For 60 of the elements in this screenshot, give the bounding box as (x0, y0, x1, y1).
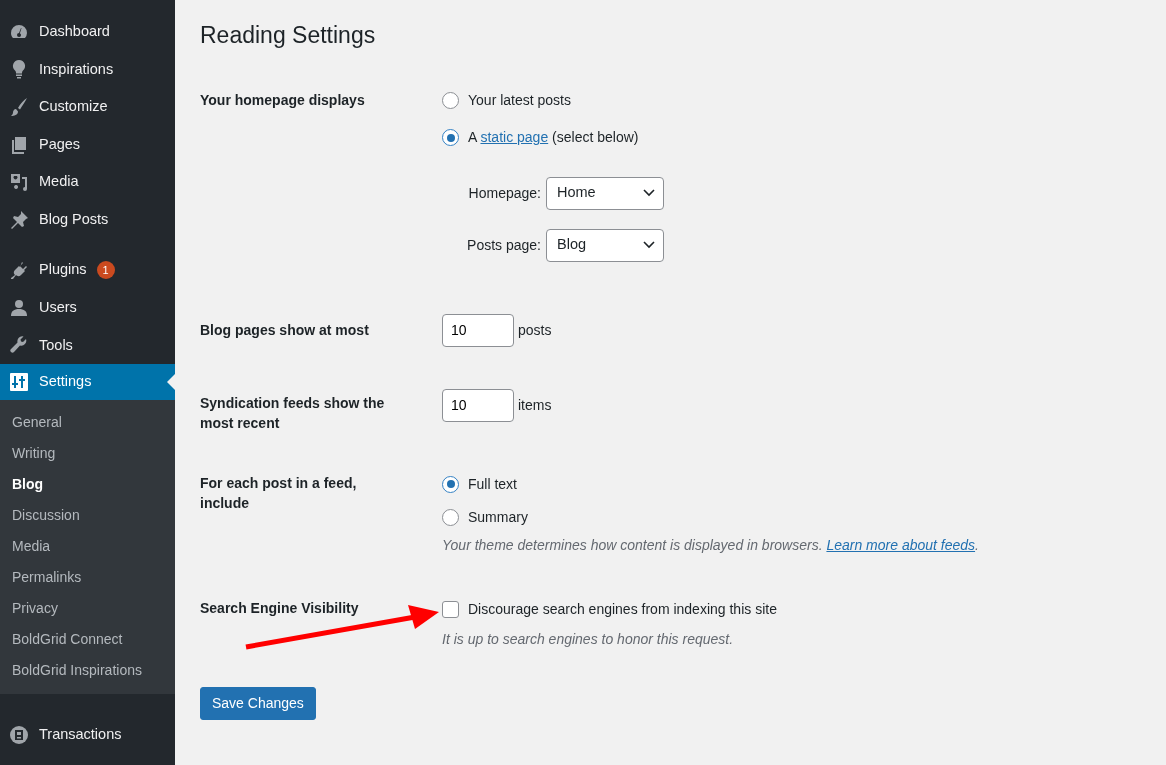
circle-icon (9, 725, 29, 746)
sidebar-item[interactable]: Inspirations (0, 50, 175, 89)
number-field[interactable]: 10 (442, 388, 514, 422)
option-label: Full text (468, 474, 517, 494)
pushpin-icon (9, 209, 29, 230)
unit-label: items (518, 395, 552, 415)
sidebar-item[interactable]: Settings (0, 364, 175, 401)
submenu-item[interactable]: BoldGrid Connect (0, 624, 175, 656)
setting-label: Blog pages show at most (200, 321, 369, 338)
chevron-icon (643, 189, 655, 198)
sidebar-item[interactable]: Users (0, 289, 175, 327)
select-label: Posts page: (467, 235, 541, 255)
count-badge: 1 (96, 261, 115, 280)
description-text: It is up to search engines to honor this request. (442, 630, 735, 650)
static-page-link[interactable]: static page (480, 129, 549, 146)
save-button[interactable]: Save Changes (200, 687, 316, 721)
submenu-item[interactable]: Discussion (0, 500, 175, 532)
sidebar-item[interactable]: Tools (0, 326, 175, 365)
sidebar-item[interactable]: Plugins 1 (0, 251, 175, 290)
option-label: Discourage search engines from indexing this site (468, 599, 777, 619)
radio-button[interactable] (442, 475, 459, 493)
submenu-item[interactable]: Media (0, 531, 175, 563)
pages-icon (9, 134, 29, 155)
unit-label: posts (518, 320, 552, 340)
option-label: Your latest posts (468, 91, 571, 111)
radio-button[interactable] (442, 129, 459, 147)
setting-label: Syndication feeds show the most recent (200, 394, 385, 431)
sidebar-item[interactable]: Blog Posts (0, 200, 175, 239)
number-field[interactable]: 10 (442, 313, 514, 347)
plug-icon (9, 260, 29, 281)
page-title: Reading Settings (200, 22, 377, 50)
dropdown-select[interactable]: Home (546, 176, 664, 210)
option-label: A static page (select below) (468, 128, 639, 148)
dropdown-select[interactable]: Blog (546, 228, 664, 262)
submenu-item[interactable]: Permalinks (0, 562, 175, 594)
brush-icon (9, 97, 29, 117)
submenu-item[interactable]: Writing (0, 438, 175, 470)
checkbox[interactable] (442, 600, 459, 618)
submenu-item[interactable]: Blog (0, 469, 175, 501)
sidebar-item[interactable]: Media (0, 163, 175, 201)
setting-label: Your homepage displays (200, 91, 365, 108)
radio-button[interactable] (442, 508, 459, 526)
user-icon (9, 297, 29, 318)
radio-button[interactable] (442, 92, 459, 110)
submenu-item[interactable]: BoldGrid Inspirations (0, 655, 175, 687)
sidebar-item[interactable]: Dashboard (0, 13, 175, 51)
sidebar-item[interactable]: Pages (0, 125, 175, 164)
sliders-icon (9, 372, 29, 393)
sidebar-item[interactable]: Transactions (0, 716, 175, 754)
option-label: Summary (468, 507, 528, 527)
sidebar-item[interactable]: Customize (0, 88, 175, 126)
wrench-icon (9, 335, 29, 356)
media-icon (9, 172, 29, 193)
chevron-icon (643, 241, 655, 250)
submenu-item[interactable]: General (0, 407, 175, 439)
submenu-item[interactable]: Privacy (0, 593, 175, 625)
setting-label: Search Engine Visibility (200, 600, 359, 617)
select-label: Homepage: (468, 183, 541, 203)
setting-label: For each post in a feed, include (200, 475, 357, 512)
description-text: Your theme determines how content is displayed in browsers. Learn more about feeds. (442, 536, 980, 556)
